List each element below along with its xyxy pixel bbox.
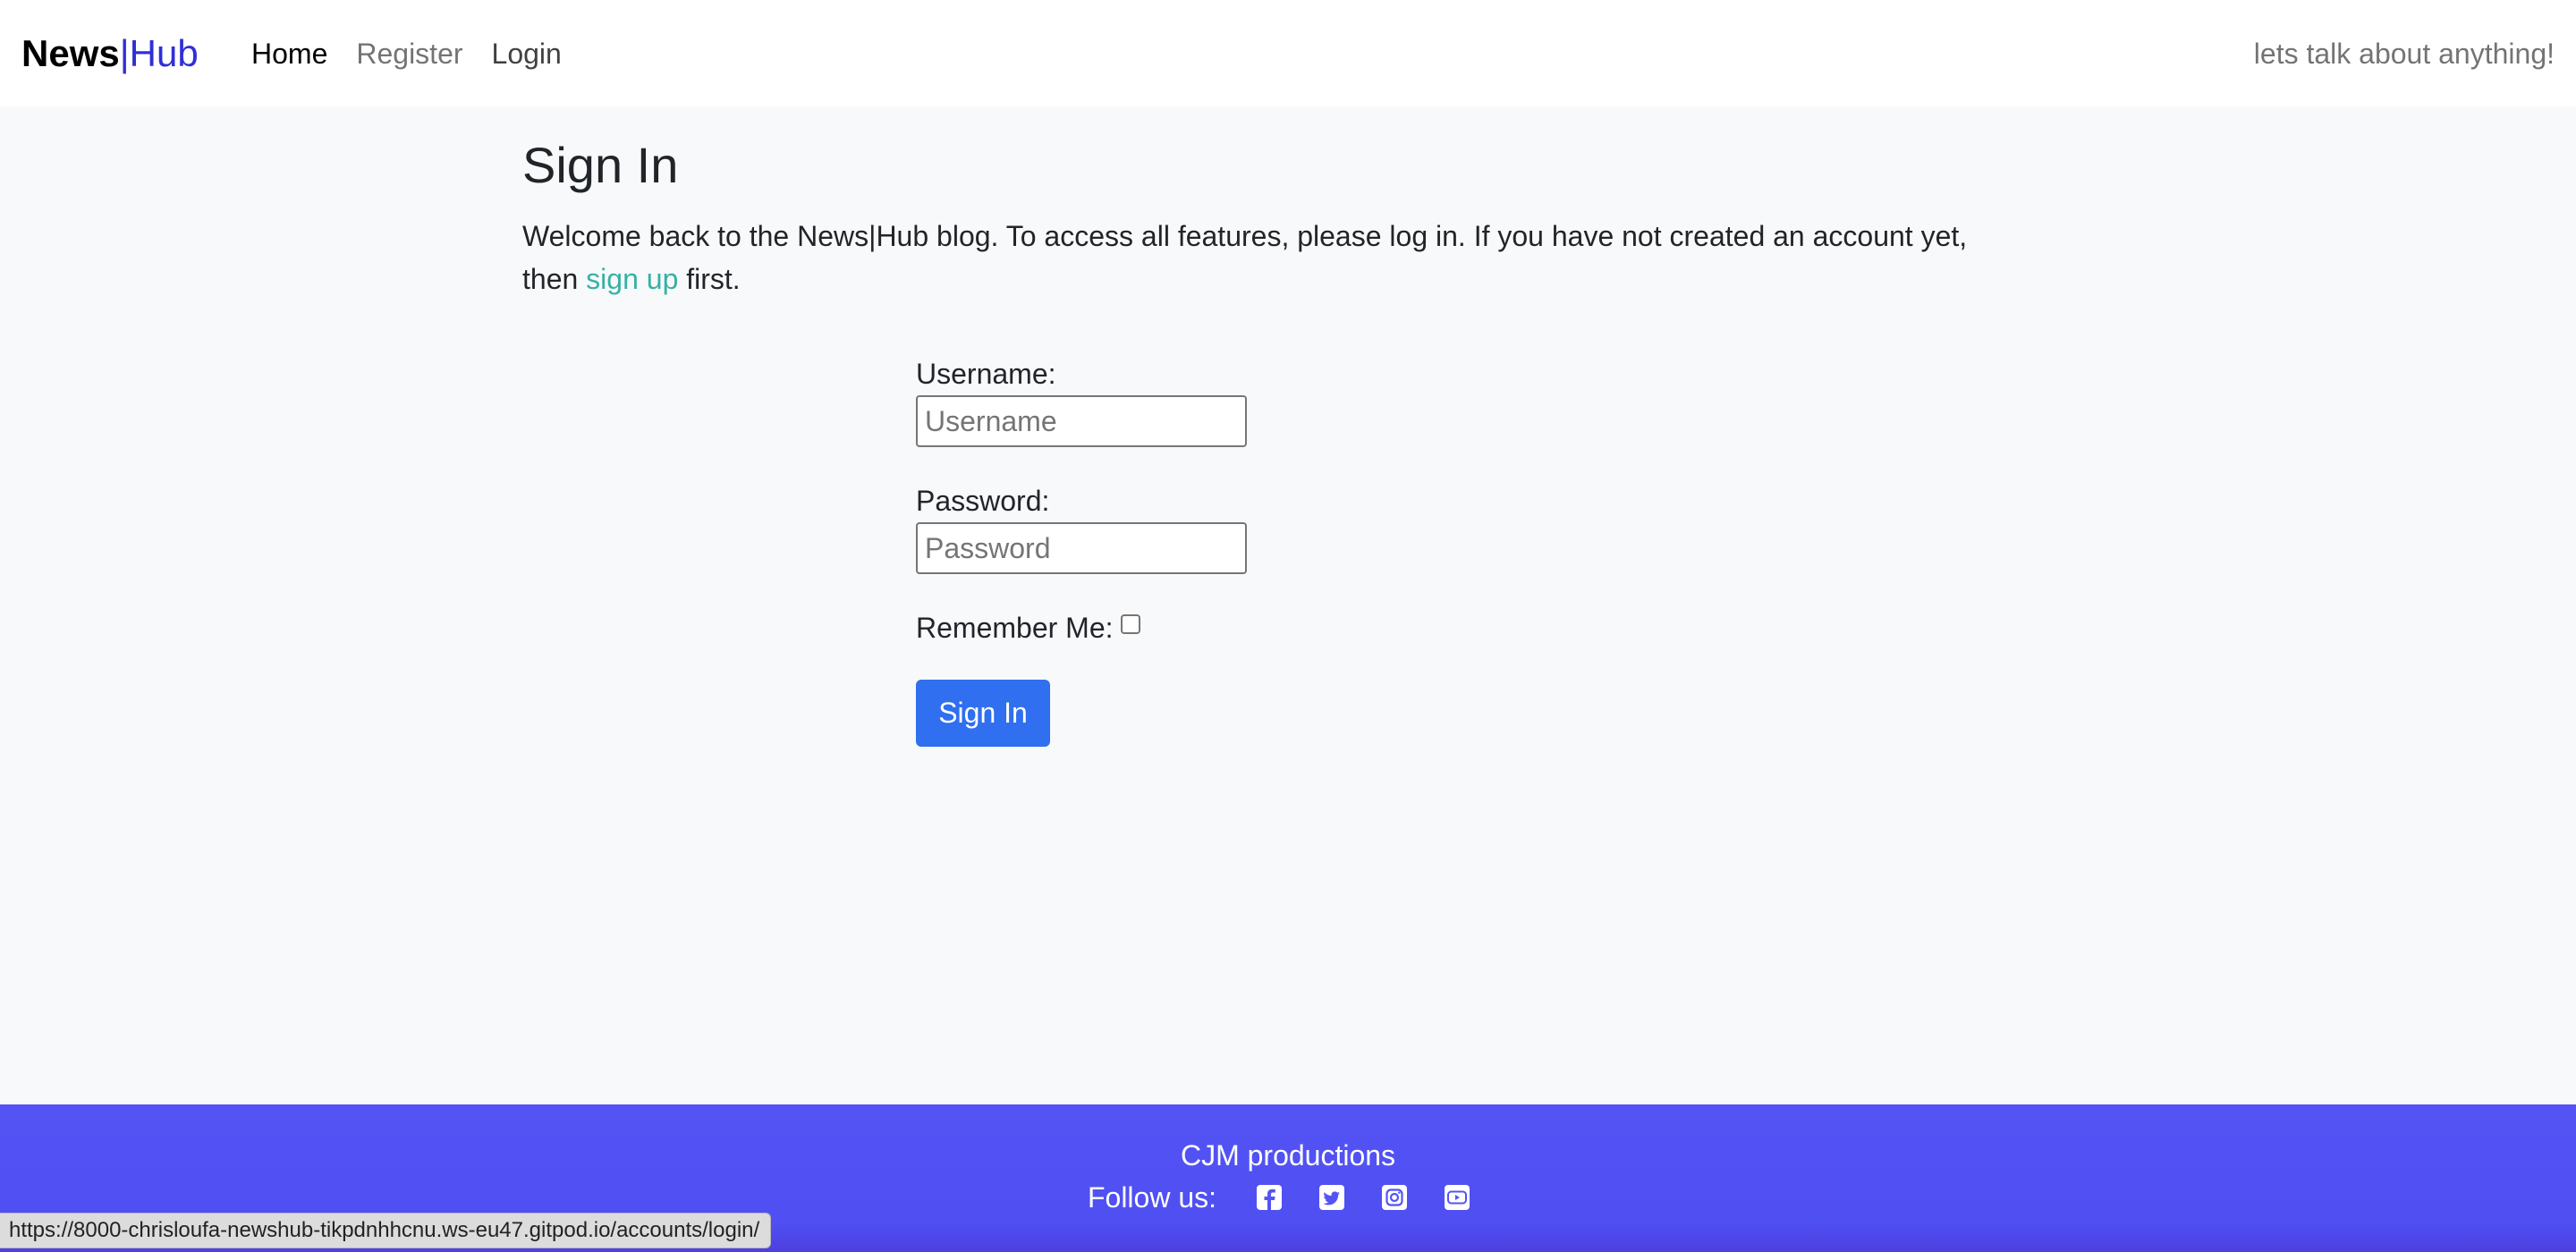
signup-link[interactable]: sign up <box>586 263 678 295</box>
nav-link-home[interactable]: Home <box>251 27 327 80</box>
nav-links: Home Register Login <box>251 27 590 80</box>
page-title: Sign In <box>522 137 679 193</box>
nav-tagline: lets talk about anything! <box>2253 38 2555 70</box>
nav-link-login[interactable]: Login <box>492 27 562 80</box>
intro-end-text: first. <box>678 263 741 295</box>
intro-paragraph: Welcome back to the News|Hub blog. To ac… <box>522 215 2025 300</box>
brand-separator: | <box>119 32 130 74</box>
username-input[interactable] <box>916 395 1247 447</box>
remember-me-checkbox[interactable] <box>1120 614 1140 634</box>
remember-me-row: Remember Me: <box>916 610 1292 646</box>
twitter-icon[interactable] <box>1318 1184 1345 1211</box>
username-label: Username: <box>916 358 1056 390</box>
footer-credit: CJM productions <box>1180 1139 1396 1172</box>
sign-in-button[interactable]: Sign In <box>916 680 1050 747</box>
brand-news-text: News <box>21 32 120 74</box>
facebook-icon[interactable] <box>1256 1184 1283 1211</box>
brand-hub-text: Hub <box>129 32 199 74</box>
remember-me-label: Remember Me: <box>916 612 1114 644</box>
navbar: News|Hub Home Register Login lets talk a… <box>0 0 2576 106</box>
password-field-group: Password: <box>916 483 1292 574</box>
instagram-icon[interactable] <box>1381 1184 1408 1211</box>
nav-link-register[interactable]: Register <box>356 27 462 80</box>
brand-logo[interactable]: News|Hub <box>21 27 199 80</box>
follow-us-label: Follow us: <box>1087 1181 1217 1214</box>
follow-us-row: Follow us: <box>0 1180 2576 1215</box>
main-content: Sign In Welcome back to the News|Hub blo… <box>522 134 2025 300</box>
youtube-icon[interactable] <box>1444 1184 1470 1211</box>
password-label: Password: <box>916 485 1050 517</box>
browser-status-url: https://8000-chrisloufa-newshub-tikpdnhh… <box>0 1213 772 1248</box>
password-input[interactable] <box>916 522 1247 574</box>
login-form: Username: Password: Remember Me: Sign In <box>916 356 1292 747</box>
username-field-group: Username: <box>916 356 1292 447</box>
